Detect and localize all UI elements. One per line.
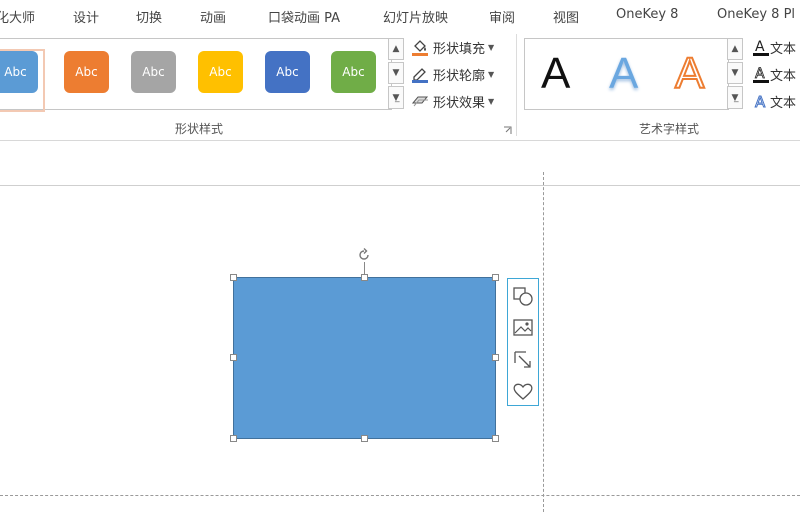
shape-effects-label: 形状效果 [433,95,486,111]
tab-animations[interactable]: 动画 [200,7,226,26]
shape-outline-label: 形状轮廓 [433,68,486,84]
tab-pocket-animation[interactable]: 口袋动画 PA [268,7,340,26]
tab-transitions[interactable]: 切换 [136,7,162,26]
group-divider [516,34,517,136]
resize-shape-icon[interactable] [512,349,534,371]
rotate-handle-icon[interactable] [356,247,372,263]
resize-handle-top-left[interactable] [230,274,237,281]
text-effects-label: 文本 [770,95,797,111]
resize-handle-bottom-right[interactable] [492,435,499,442]
shape-style-swatch-gold[interactable]: Abc [198,51,243,93]
wordart-styles-gallery: A A A [524,38,729,110]
chevron-down-icon: ▼ [488,69,495,79]
shape-style-swatch-gray[interactable]: Abc [131,51,176,93]
wordart-sample-orange-outline[interactable]: A [674,48,705,99]
insert-shape-icon[interactable] [512,285,534,307]
resize-handle-top[interactable] [361,274,368,281]
vertical-smart-guide [543,172,544,512]
shape-effects-icon [411,96,429,107]
insert-picture-icon[interactable] [512,317,534,339]
shape-styles-group-label: 形状样式 [175,122,224,136]
tab-design[interactable]: 设计 [73,7,99,26]
shape-styles-gallery: Abc Abc Abc Abc Abc Abc [0,38,392,112]
text-effects-icon: A [755,93,767,111]
wordart-styles-group-label: 艺术字样式 [639,122,700,136]
text-outline-button[interactable]: A 文本 [752,63,796,85]
resize-handle-bottom-left[interactable] [230,435,237,442]
ribbon-tab-bar: 化大师 设计 切换 动画 口袋动画 PA 幻灯片放映 审阅 视图 OneKey … [0,0,800,30]
shape-style-swatch-dark-blue[interactable]: Abc [265,51,310,93]
tab-beautify[interactable]: 化大师 [0,7,35,26]
wordart-sample-blue[interactable]: A [609,49,638,99]
chevron-down-icon: ▼ [488,42,495,52]
svg-text:A: A [755,66,765,82]
heart-icon[interactable] [512,380,534,402]
shape-fill-button[interactable]: 形状填充 ▼ [411,36,494,58]
shape-style-swatch-orange[interactable]: Abc [64,51,109,93]
wordart-scroll-down-button[interactable]: ▼ [727,62,743,84]
shape-quick-toolbar [507,278,539,406]
ribbon: Abc Abc Abc Abc Abc Abc ▲ ▼ ▼̲ 形状填充 ▼ 形状… [0,30,800,141]
resize-handle-bottom[interactable] [361,435,368,442]
text-outline-label: 文本 [770,68,797,84]
paint-bucket-icon [412,40,428,56]
text-outline-icon: A [753,66,769,83]
svg-text:A: A [755,39,765,55]
pen-outline-icon [412,68,428,83]
svg-text:A: A [755,93,766,110]
wordart-sample-black[interactable]: A [541,49,570,99]
tab-onekey[interactable]: OneKey 8 [616,7,678,22]
tab-onekey-plus[interactable]: OneKey 8 Pl [717,7,795,22]
text-effects-button[interactable]: A 文本 [752,90,797,112]
tab-view[interactable]: 视图 [553,7,579,26]
resize-handle-top-right[interactable] [492,274,499,281]
tab-review[interactable]: 审阅 [489,7,515,26]
resize-handle-left[interactable] [230,354,237,361]
resize-handle-right[interactable] [492,354,499,361]
text-fill-label: 文本 [770,41,797,57]
wordart-scroll-up-button[interactable]: ▲ [727,38,743,60]
text-fill-icon: A [753,39,769,56]
dialog-launcher-icon[interactable] [503,126,512,135]
chevron-down-icon: ▼ [488,96,495,106]
text-fill-button[interactable]: A 文本 [752,36,796,58]
shape-effects-button[interactable]: 形状效果 ▼ [411,90,494,112]
tab-slideshow[interactable]: 幻灯片放映 [383,7,448,26]
wordart-more-button[interactable]: ▼̲ [727,86,743,109]
gallery-scroll-up-button[interactable]: ▲ [388,38,404,60]
slide-top-edge [0,185,800,186]
gallery-scroll-down-button[interactable]: ▼ [388,62,404,84]
shape-outline-button[interactable]: 形状轮廓 ▼ [411,63,494,85]
shape-style-swatch-blue[interactable]: Abc [0,51,38,93]
selected-rectangle-shape[interactable] [233,277,496,439]
shape-fill-label: 形状填充 [433,41,486,57]
horizontal-smart-guide [0,495,800,496]
gallery-more-button[interactable]: ▼̲ [388,86,404,109]
shape-style-swatch-green[interactable]: Abc [331,51,376,93]
